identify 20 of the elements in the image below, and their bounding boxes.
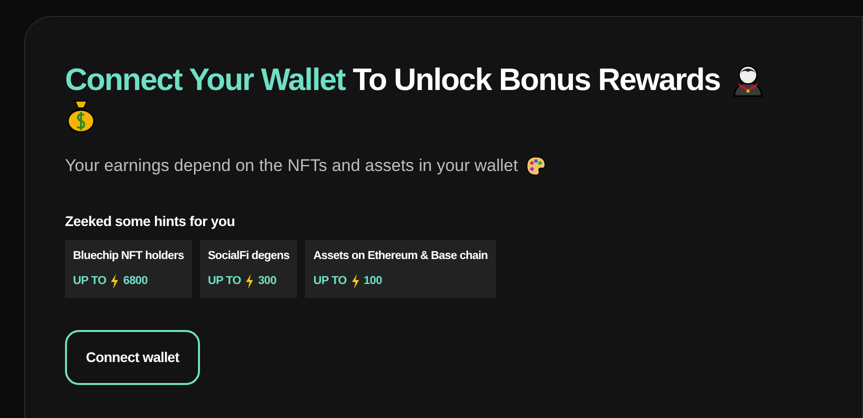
hint-amount: 100 [364, 274, 382, 289]
lightning-icon [110, 274, 120, 289]
hint-amount: 6800 [123, 274, 148, 289]
hint-prefix: UP TO [208, 274, 242, 289]
palette-icon [526, 156, 546, 176]
money-bag-icon [65, 99, 97, 133]
hint-prefix: UP TO [313, 274, 347, 289]
hint-amount: 300 [258, 274, 276, 289]
heading-highlight: Connect Your Wallet [65, 62, 346, 97]
heading-text: To Unlock Bonus Rewards [352, 62, 720, 97]
hint-prefix: UP TO [73, 274, 106, 289]
vampire-icon [732, 63, 764, 97]
lightning-icon [245, 274, 254, 289]
hint-label: SocialFi degens [208, 248, 290, 264]
hint-label: Bluechip NFT holders [73, 248, 184, 264]
lightning-icon [350, 274, 360, 289]
hints-title: Zeeked some hints for you [65, 212, 236, 231]
hint-label: Assets on Ethereum & Base chain [313, 248, 488, 264]
connect-wallet-button[interactable]: Connect wallet [65, 330, 200, 384]
subtitle: Your earnings depend on the NFTs and assets in your wallet [65, 155, 518, 177]
